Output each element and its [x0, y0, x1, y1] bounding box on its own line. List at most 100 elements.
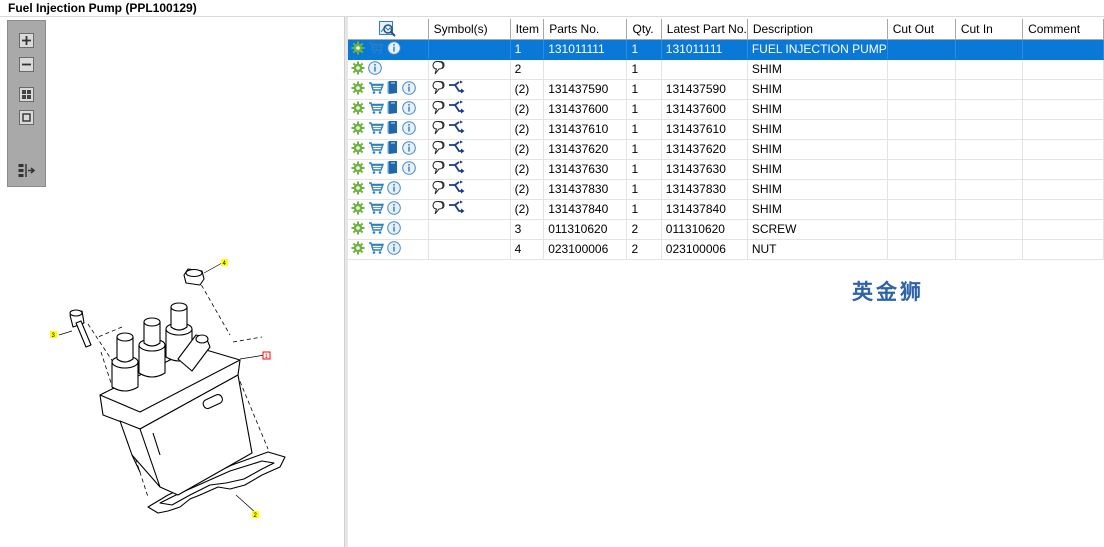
table-row[interactable]: 4 023100006 2 023100006 NUT	[348, 239, 1104, 260]
table-row[interactable]: (2) 131437620 1 131437620 SHIM	[348, 139, 1104, 160]
header-qty[interactable]: Qty.	[626, 19, 662, 40]
gear-icon[interactable]	[351, 201, 365, 218]
cart-icon[interactable]	[368, 41, 384, 58]
header-comment[interactable]: Comment	[1022, 19, 1104, 40]
balloon-icon[interactable]	[432, 140, 448, 159]
table-row[interactable]: 2 1 SHIM	[348, 59, 1104, 80]
item-cell: 2	[510, 59, 545, 80]
gear-icon[interactable]	[351, 221, 365, 238]
cart-icon[interactable]	[368, 81, 384, 98]
cart-icon[interactable]	[368, 121, 384, 138]
gear-icon[interactable]	[351, 141, 365, 158]
branch-icon[interactable]	[448, 180, 466, 199]
info-icon[interactable]	[402, 100, 416, 118]
balloon-icon[interactable]	[432, 80, 448, 99]
qty-cell: 2	[626, 239, 662, 260]
gear-icon[interactable]	[351, 101, 365, 118]
branch-icon[interactable]	[448, 100, 466, 119]
book-icon[interactable]	[387, 80, 399, 98]
show-list-button[interactable]	[17, 162, 36, 179]
gear-icon[interactable]	[351, 121, 365, 138]
cart-icon[interactable]	[368, 181, 384, 198]
header-parts-no[interactable]: Parts No.	[543, 19, 628, 40]
table-row[interactable]: (2) 131437830 1 131437830 SHIM	[348, 179, 1104, 200]
branch-icon[interactable]	[448, 140, 466, 159]
cart-icon[interactable]	[368, 161, 384, 178]
balloon-icon[interactable]	[432, 120, 448, 139]
info-icon[interactable]	[387, 40, 401, 58]
table-row[interactable]: (2) 131437590 1 131437590 SHIM	[348, 79, 1104, 100]
balloon-icon[interactable]	[432, 180, 448, 199]
header-description[interactable]: Description	[747, 19, 888, 40]
header-symbols[interactable]: Symbol(s)	[428, 19, 511, 40]
header-icon-cell[interactable]	[348, 19, 429, 40]
item-cell: 1	[510, 39, 545, 60]
drawing-pane[interactable]: 4 3 1 2	[0, 17, 344, 547]
cart-icon[interactable]	[368, 141, 384, 158]
balloon-icon[interactable]	[432, 160, 448, 179]
parts-list-pane: Symbol(s) Item Parts No. Qty. Latest Par…	[348, 17, 1104, 547]
zoom-in-button[interactable]	[17, 32, 36, 49]
description-cell: FUEL INJECTION PUMP	[747, 39, 888, 60]
info-icon[interactable]	[402, 120, 416, 138]
gear-icon[interactable]	[351, 41, 365, 58]
cart-icon[interactable]	[368, 201, 384, 218]
gear-icon[interactable]	[351, 241, 365, 258]
symbols-cell	[428, 39, 511, 60]
latest-part-no-cell: 023100006	[661, 239, 748, 260]
book-icon[interactable]	[387, 120, 399, 138]
info-icon[interactable]	[387, 220, 401, 238]
book-icon[interactable]	[387, 100, 399, 118]
cut-out-cell	[887, 59, 956, 80]
header-item[interactable]: Item	[510, 19, 545, 40]
branch-icon[interactable]	[448, 120, 466, 139]
branch-icon[interactable]	[448, 80, 466, 99]
header-cut-in[interactable]: Cut In	[955, 19, 1024, 40]
branch-icon[interactable]	[448, 160, 466, 179]
qty-cell: 1	[626, 139, 662, 160]
info-icon[interactable]	[387, 240, 401, 258]
gear-icon[interactable]	[351, 181, 365, 198]
cut-in-cell	[955, 79, 1024, 100]
book-icon[interactable]	[387, 140, 399, 158]
parts-no-cell: 131437590	[543, 79, 628, 100]
qty-cell: 1	[626, 179, 662, 200]
table-row[interactable]: (2) 131437630 1 131437630 SHIM	[348, 159, 1104, 180]
branch-icon[interactable]	[448, 200, 466, 219]
cart-icon[interactable]	[368, 241, 384, 258]
gear-icon[interactable]	[351, 81, 365, 98]
info-icon[interactable]	[368, 60, 382, 78]
table-row[interactable]: (2) 131437840 1 131437840 SHIM	[348, 199, 1104, 220]
balloon-icon[interactable]	[432, 200, 448, 219]
info-icon[interactable]	[402, 80, 416, 98]
header-latest-part-no[interactable]: Latest Part No.	[661, 19, 748, 40]
info-icon[interactable]	[402, 160, 416, 178]
balloon-icon[interactable]	[432, 60, 448, 79]
item-cell: 4	[510, 239, 545, 260]
gear-icon[interactable]	[351, 61, 365, 78]
row-action-icons	[348, 199, 429, 220]
balloon-icon[interactable]	[432, 100, 448, 119]
exploded-view-drawing[interactable]: 4 3 1 2	[0, 17, 344, 547]
zoom-out-button[interactable]	[17, 56, 36, 73]
table-row[interactable]: 3 011310620 2 011310620 SCREW	[348, 219, 1104, 240]
table-row[interactable]: 1 131011111 1 131011111 FUEL INJECTION PUMP	[348, 39, 1104, 60]
cut-out-cell	[887, 119, 956, 140]
comment-cell	[1022, 219, 1104, 240]
header-cut-out[interactable]: Cut Out	[887, 19, 956, 40]
info-icon[interactable]	[387, 200, 401, 218]
cut-out-cell	[887, 199, 956, 220]
fit-window-button[interactable]	[17, 109, 36, 126]
table-row[interactable]: (2) 131437610 1 131437610 SHIM	[348, 119, 1104, 140]
parts-no-cell: 131437610	[543, 119, 628, 140]
table-row[interactable]: (2) 131437600 1 131437600 SHIM	[348, 99, 1104, 120]
info-icon[interactable]	[402, 140, 416, 158]
book-icon[interactable]	[387, 160, 399, 178]
gear-icon[interactable]	[351, 161, 365, 178]
comment-cell	[1022, 99, 1104, 120]
info-icon[interactable]	[387, 180, 401, 198]
fit-all-button[interactable]	[17, 86, 36, 103]
title-bar: Fuel Injection Pump (PPL100129)	[0, 0, 1104, 17]
cart-icon[interactable]	[368, 221, 384, 238]
cart-icon[interactable]	[368, 101, 384, 118]
